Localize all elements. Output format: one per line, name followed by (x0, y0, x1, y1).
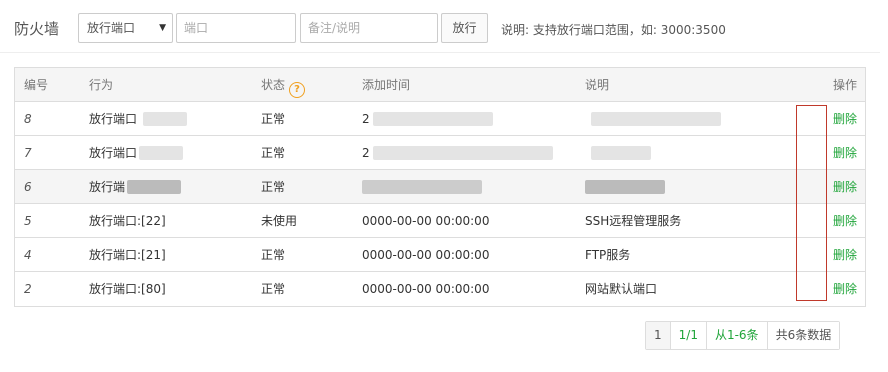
firewall-table: 编号 行为 状态? 添加时间 说明 操作 8 放行端口 正常 2 删除 7 放行… (14, 67, 866, 307)
header-id: 编号 (24, 78, 49, 92)
rule-type-select[interactable]: 放行端口 ▼ (78, 13, 173, 43)
table-row: 6 放行端 正常 删除 (15, 170, 865, 204)
table-row: 5 放行端口:[22] 未使用 0000-00-00 00:00:00 SSH远… (15, 204, 865, 238)
row-time: 2 (362, 112, 370, 126)
row-id: 7 (24, 146, 32, 160)
row-action: 放行端口:[21] (89, 248, 166, 262)
table-row: 4 放行端口:[21] 正常 0000-00-00 00:00:00 FTP服务… (15, 238, 865, 272)
redaction (143, 112, 187, 126)
hint-text: 说明: 支持放行端口范围，如: 3000:3500 (501, 23, 726, 37)
header-op: 操作 (832, 78, 857, 92)
port-input[interactable] (176, 13, 296, 43)
header-note: 说明 (585, 78, 610, 92)
page-total: 共6条数据 (766, 322, 840, 349)
row-note: FTP服务 (585, 248, 631, 262)
row-id: 2 (24, 282, 32, 296)
redaction (585, 180, 665, 194)
row-action: 放行端口:[22] (89, 214, 166, 228)
highlight-box (796, 105, 827, 301)
header-time: 添加时间 (362, 78, 411, 92)
divider (0, 52, 880, 53)
delete-link[interactable]: 删除 (833, 238, 857, 272)
row-time: 2 (362, 146, 370, 160)
note-input[interactable] (300, 13, 438, 43)
delete-link[interactable]: 删除 (833, 102, 857, 136)
table-row: 2 放行端口:[80] 正常 0000-00-00 00:00:00 网站默认端… (15, 272, 865, 306)
row-note: 网站默认端口 (585, 282, 658, 296)
row-action: 放行端 (89, 180, 126, 194)
help-icon[interactable]: ? (289, 82, 306, 98)
chevron-down-icon: ▼ (159, 23, 166, 33)
row-status: 正常 (261, 180, 286, 194)
pagination: 1 1/1 从1-6条 共6条数据 (645, 321, 841, 350)
row-note: SSH远程管理服务 (585, 214, 682, 228)
row-status: 正常 (261, 112, 286, 126)
rule-type-value: 放行端口 (87, 21, 136, 35)
page-range: 从1-6条 (705, 322, 767, 349)
redaction (591, 112, 721, 126)
row-id: 5 (24, 214, 32, 228)
redaction (373, 146, 553, 160)
page-title: 防火墙 (14, 20, 60, 38)
redaction (373, 112, 493, 126)
redaction (591, 146, 651, 160)
firewall-toolbar: 防火墙 放行端口 ▼ 放行 说明: 支持放行端口范围，如: 3000:3500 (0, 0, 888, 52)
header-action: 行为 (89, 78, 114, 92)
redaction (127, 180, 181, 194)
row-status: 未使用 (261, 214, 298, 228)
row-id: 4 (24, 248, 32, 262)
row-action: 放行端口 (89, 146, 138, 160)
row-id: 8 (24, 112, 32, 126)
row-status: 正常 (261, 146, 286, 160)
row-time: 0000-00-00 00:00:00 (362, 248, 490, 262)
header-status: 状态? (261, 68, 306, 102)
redaction (362, 180, 482, 194)
row-status: 正常 (261, 282, 286, 296)
delete-link[interactable]: 删除 (833, 136, 857, 170)
table-row: 7 放行端口 正常 2 删除 (15, 136, 865, 170)
row-status: 正常 (261, 248, 286, 262)
header-status-label: 状态 (261, 78, 286, 92)
row-action: 放行端口:[80] (89, 282, 166, 296)
table-row: 8 放行端口 正常 2 删除 (15, 102, 865, 136)
allow-port-button[interactable]: 放行 (441, 13, 488, 43)
page-current[interactable]: 1 (646, 322, 670, 349)
delete-link[interactable]: 删除 (833, 272, 857, 306)
delete-link[interactable]: 删除 (833, 204, 857, 238)
row-time: 0000-00-00 00:00:00 (362, 282, 490, 296)
page-count: 1/1 (669, 322, 706, 349)
table-header: 编号 行为 状态? 添加时间 说明 操作 (15, 68, 865, 102)
delete-link[interactable]: 删除 (833, 170, 857, 204)
redaction (139, 146, 183, 160)
row-time: 0000-00-00 00:00:00 (362, 214, 490, 228)
row-id: 6 (24, 180, 32, 194)
row-action: 放行端口 (89, 112, 138, 126)
